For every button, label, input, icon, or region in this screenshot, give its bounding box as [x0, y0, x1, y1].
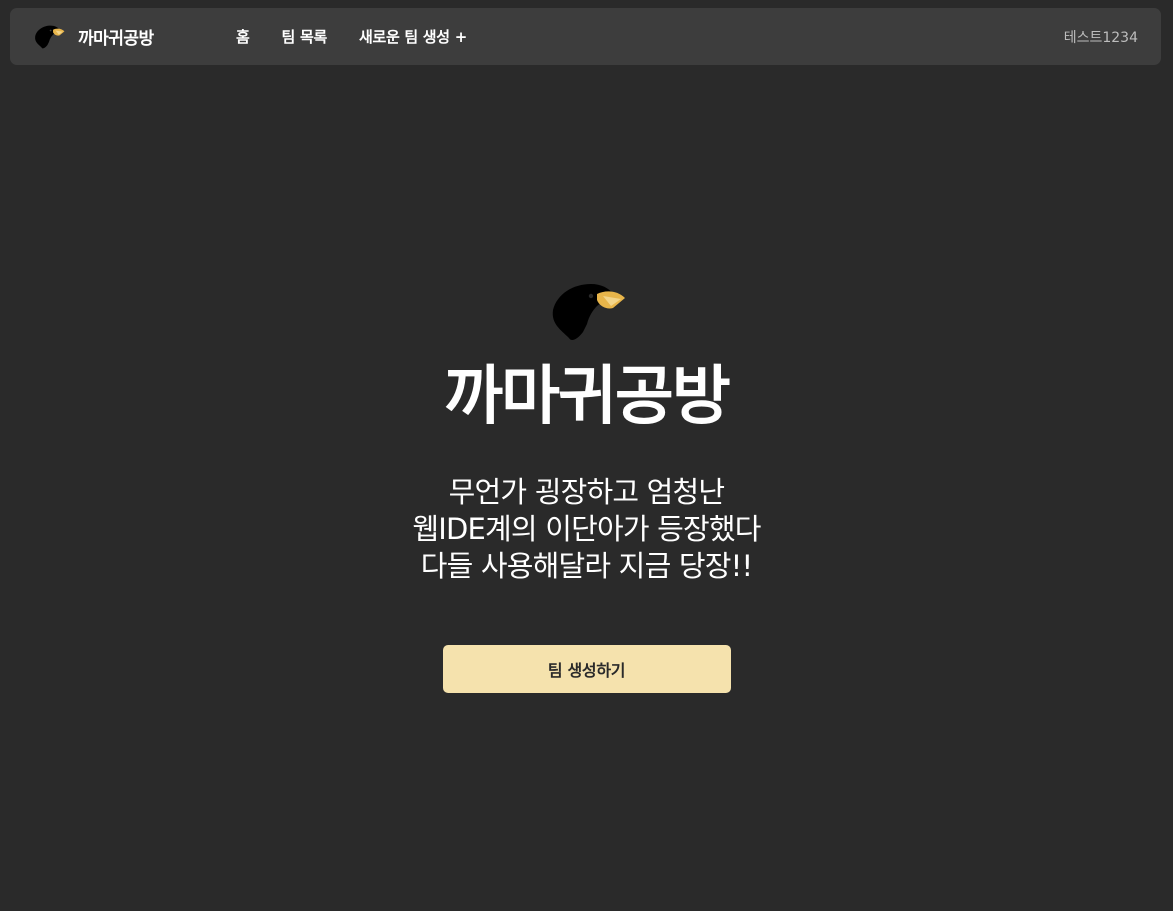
nav-link-create-team[interactable]: 새로운 팀 생성 +	[359, 26, 467, 47]
nav-link-home[interactable]: 홈	[236, 26, 250, 47]
user-name-link[interactable]: 테스트1234	[1064, 8, 1138, 65]
top-navbar: 까마귀공방 홈 팀 목록 새로운 팀 생성 + 테스트1234	[10, 8, 1161, 65]
brand-home-link[interactable]: 까마귀공방	[32, 8, 154, 65]
crow-icon	[35, 25, 65, 48]
hero-title: 까마귀공방	[444, 360, 730, 434]
nav-links: 홈 팀 목록 새로운 팀 생성 +	[236, 8, 499, 65]
hero-subtitle-line: 다들 사용해달라 지금 당장!!	[420, 549, 753, 583]
crow-icon	[552, 284, 625, 340]
hero-subtitle-line: 웹IDE계의 이단아가 등장했다	[412, 512, 761, 546]
create-team-button[interactable]: 팀 생성하기	[442, 645, 731, 693]
nav-link-team-list[interactable]: 팀 목록	[282, 26, 328, 47]
hero-subtitle-line: 무언가 굉장하고 엄청난	[448, 475, 725, 509]
hero-section: 까마귀공방 무언가 굉장하고 엄청난 웹IDE계의 이단아가 등장했다 다들 사…	[0, 280, 1173, 693]
hero-subtitle: 무언가 굉장하고 엄청난 웹IDE계의 이단아가 등장했다 다들 사용해달라 지…	[412, 474, 761, 585]
brand-name: 까마귀공방	[78, 29, 154, 49]
